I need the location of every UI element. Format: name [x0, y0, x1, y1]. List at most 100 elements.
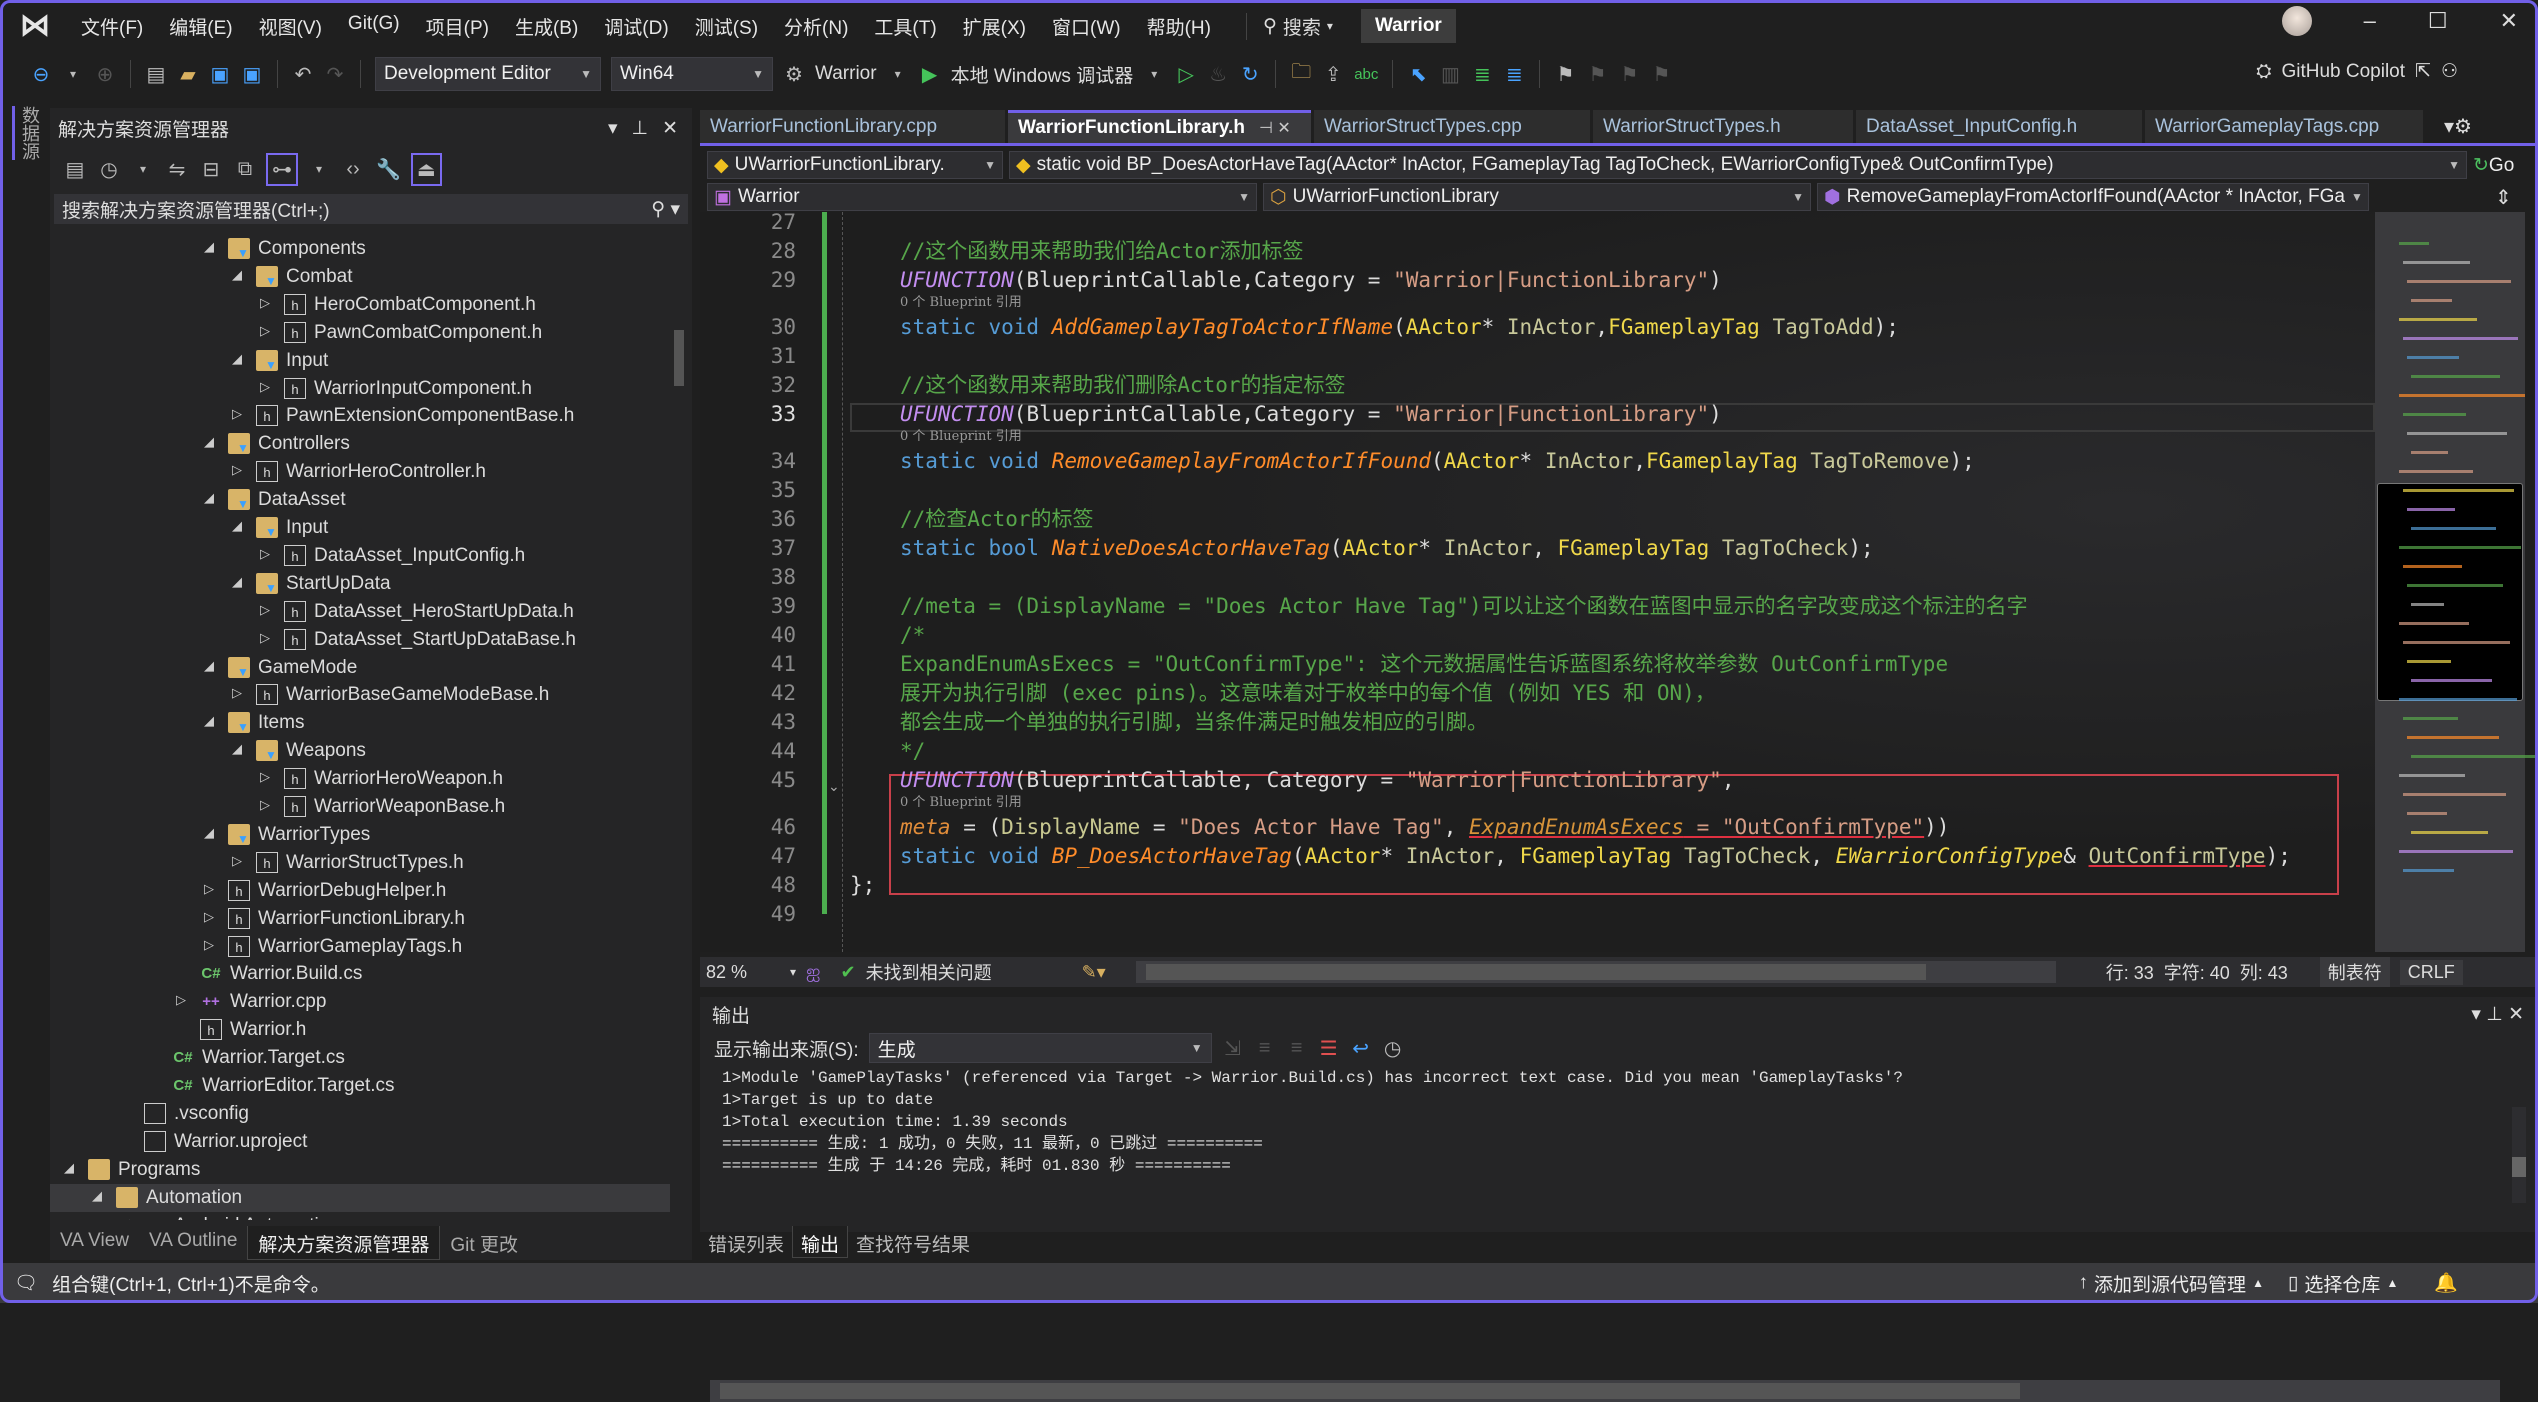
- collapsed-chevron-icon[interactable]: ▷: [260, 295, 270, 311]
- chevron-down-icon[interactable]: ▾: [132, 162, 154, 176]
- menu-debug[interactable]: 调试(D): [591, 13, 681, 40]
- expanded-chevron-icon[interactable]: ◢: [64, 1160, 74, 1176]
- code-line[interactable]: 48};: [700, 871, 2375, 900]
- expanded-chevron-icon[interactable]: ◢: [204, 490, 214, 506]
- code-line[interactable]: 45 UFUNCTION(BlueprintCallable, Category …: [700, 766, 2375, 795]
- collapsed-chevron-icon[interactable]: ▷: [260, 602, 270, 618]
- code-line[interactable]: 27: [700, 212, 2375, 237]
- close-button[interactable]: ✕: [2500, 8, 2518, 34]
- tree-item[interactable]: ▷ h DataAsset_HeroStartUpData.h: [50, 598, 670, 626]
- tree-item[interactable]: ◢ C# Android Automation: [50, 1212, 670, 1221]
- uncomment-lines-icon[interactable]: ≣: [1503, 62, 1525, 87]
- scrollbar-thumb[interactable]: [720, 1383, 2020, 1399]
- line-ending[interactable]: CRLF: [2399, 959, 2463, 985]
- code-line[interactable]: 28 //这个函数用来帮助我们给Actor添加标签: [700, 237, 2375, 266]
- tab-warriorfunctionlibrary-cpp[interactable]: WarriorFunctionLibrary.cpp: [700, 110, 1005, 143]
- collapsed-chevron-icon[interactable]: ▷: [232, 406, 242, 422]
- code-line[interactable]: 34 static void RemoveGameplayFromActorIfF…: [700, 447, 2375, 476]
- code-line[interactable]: 49: [700, 900, 2375, 929]
- clear-all-icon[interactable]: ☰: [1318, 1036, 1340, 1061]
- go-button[interactable]: ↻Go: [2473, 154, 2514, 177]
- tree-item[interactable]: ▷ h WarriorBaseGameModeBase.h: [50, 681, 670, 709]
- properties-wrench-icon[interactable]: 🔧: [376, 157, 401, 182]
- expanded-chevron-icon[interactable]: ◢: [232, 267, 242, 283]
- code-line[interactable]: 46 meta = (DisplayName = "Does Actor Have…: [700, 813, 2375, 842]
- expanded-chevron-icon[interactable]: ◢: [92, 1188, 102, 1204]
- startup-project-button[interactable]: Warrior: [815, 63, 877, 85]
- code-line[interactable]: 31: [700, 342, 2375, 371]
- user-avatar[interactable]: [2281, 6, 2312, 36]
- menu-project[interactable]: 项目(P): [413, 13, 502, 40]
- codelens-blueprint-references[interactable]: 0 个 Blueprint 引用: [700, 295, 2375, 313]
- tree-item[interactable]: ◢ Input: [50, 347, 670, 376]
- menu-tools[interactable]: 工具(T): [861, 13, 949, 40]
- tab-va-view[interactable]: VA View: [50, 1226, 139, 1260]
- tree-item[interactable]: ◢ WarriorTypes: [50, 821, 670, 850]
- chevron-down-icon[interactable]: ▾: [308, 162, 330, 176]
- tab-find-symbol-results[interactable]: 查找符号结果: [848, 1226, 978, 1258]
- close-icon[interactable]: ✕: [662, 117, 678, 140]
- tree-item[interactable]: ▷ h WarriorHeroWeapon.h: [50, 765, 670, 793]
- tree-item[interactable]: ▷ h PawnCombatComponent.h: [50, 319, 670, 347]
- menu-analyze[interactable]: 分析(N): [771, 13, 861, 40]
- codelens-blueprint-references[interactable]: 0 个 Blueprint 引用: [700, 429, 2375, 447]
- notifications-bell-icon[interactable]: 🔔: [2434, 1271, 2458, 1295]
- scrollbar-thumb[interactable]: [1145, 964, 1926, 980]
- symbol-dropdown[interactable]: ◆ static void BP_DoesActorHaveTag(AActor*…: [1009, 151, 2467, 179]
- tree-item[interactable]: ◢ DataAsset: [50, 486, 670, 515]
- configuration-dropdown[interactable]: Development Editor ▼: [375, 57, 601, 91]
- tree-item[interactable]: ◢ Weapons: [50, 737, 670, 766]
- tree-item[interactable]: ▷ h WarriorFunctionLibrary.h: [50, 905, 670, 933]
- minimap-viewport[interactable]: [2377, 483, 2523, 701]
- show-all-files-icon[interactable]: ⧉: [234, 158, 256, 181]
- publish-icon[interactable]: ⇪: [1322, 62, 1344, 87]
- collapsed-chevron-icon[interactable]: ▷: [260, 379, 270, 395]
- comment-lines-icon[interactable]: ≣: [1471, 62, 1493, 87]
- output-window-actions[interactable]: ▾ ⊥ ✕: [2471, 1003, 2538, 1026]
- expanded-chevron-icon[interactable]: ◢: [232, 574, 242, 590]
- bookmark-icon[interactable]: ⚑: [1554, 62, 1576, 87]
- tree-item[interactable]: C# Warrior.Build.cs: [50, 960, 670, 988]
- collapsed-chevron-icon[interactable]: ▷: [260, 630, 270, 646]
- code-line[interactable]: 29 UFUNCTION(BlueprintCallable,Category =…: [700, 266, 2375, 295]
- code-line[interactable]: 42 展开为执行引脚 (exec pins)。这意味着对于枚举中的每个值 (例如 …: [700, 679, 2375, 708]
- menu-file[interactable]: 文件(F): [68, 13, 156, 40]
- menu-extensions[interactable]: 扩展(X): [950, 13, 1039, 40]
- code-icon[interactable]: ‹›: [342, 158, 364, 181]
- collapsed-chevron-icon[interactable]: ▷: [204, 909, 214, 925]
- scrollbar-thumb[interactable]: [674, 330, 684, 386]
- start-debugger-button[interactable]: 本地 Windows 调试器: [951, 61, 1134, 88]
- code-line[interactable]: 41 ExpandEnumAsExecs = "OutConfirmType": …: [700, 650, 2375, 679]
- account-icon[interactable]: ⚇: [2441, 60, 2458, 83]
- class-dropdown[interactable]: ⬡ UWarriorFunctionLibrary ▼: [1263, 183, 1811, 211]
- chevron-down-icon[interactable]: ▾: [887, 67, 909, 81]
- code-line[interactable]: 40 /*: [700, 621, 2375, 650]
- collapsed-chevron-icon[interactable]: ▷: [260, 797, 270, 813]
- tree-item[interactable]: h Warrior.h: [50, 1016, 670, 1044]
- collapse-chevron-icon[interactable]: ⌄: [828, 778, 840, 795]
- code-line[interactable]: 43 都会生成一个单独的执行引脚，当条件满足时触发相应的引脚。: [700, 708, 2375, 737]
- tree-item[interactable]: .vsconfig: [50, 1100, 670, 1128]
- share-icon[interactable]: ⇱: [2415, 60, 2431, 83]
- new-project-icon[interactable]: ▤: [145, 62, 167, 87]
- column-indicator[interactable]: 列: 43: [2240, 959, 2288, 985]
- copilot-status-icon[interactable]: ஐ: [806, 961, 820, 984]
- tree-item[interactable]: ◢ StartUpData: [50, 570, 670, 599]
- expanded-chevron-icon[interactable]: ◢: [232, 351, 242, 367]
- preview-selected-icon[interactable]: ⏏: [410, 152, 442, 186]
- save-all-icon[interactable]: ▣: [241, 62, 263, 87]
- open-file-icon[interactable]: ▰: [177, 62, 199, 87]
- tree-item[interactable]: ◢ Automation: [50, 1183, 670, 1212]
- tab-va-outline[interactable]: VA Outline: [139, 1226, 247, 1260]
- code-editor[interactable]: 27 28//这个函数用来帮助我们给Actor添加标签 29 UFUNCTION(Bl…: [700, 212, 2375, 952]
- minimize-button[interactable]: –: [2364, 8, 2376, 34]
- tree-item[interactable]: ◢ Input: [50, 514, 670, 543]
- tree-item[interactable]: ▷ h DataAsset_StartUpDataBase.h: [50, 626, 670, 654]
- tab-dataasset-inputconfig-h[interactable]: DataAsset_InputConfig.h: [1856, 110, 2142, 143]
- timestamp-clock-icon[interactable]: ◷: [1382, 1036, 1404, 1061]
- code-line[interactable]: 37 static bool NativeDoesActorHaveTag(AAc…: [700, 534, 2375, 563]
- tree-item[interactable]: ◢ Combat: [50, 263, 670, 292]
- tree-item[interactable]: ▷ h WarriorInputComponent.h: [50, 375, 670, 403]
- collapsed-chevron-icon[interactable]: ▷: [232, 685, 242, 701]
- play-icon[interactable]: ▶: [919, 62, 941, 87]
